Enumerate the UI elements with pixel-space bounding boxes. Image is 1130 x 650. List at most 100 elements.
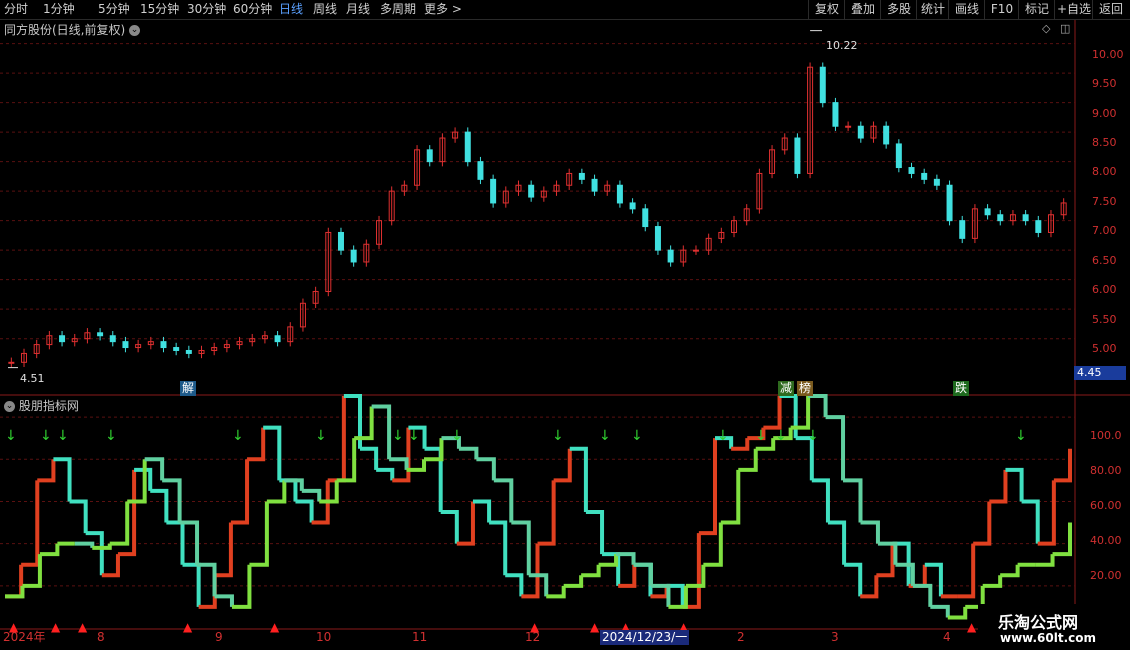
- tab-60min[interactable]: 60分钟: [233, 1, 272, 18]
- indicator-line: [685, 564, 706, 588]
- candle-body: [578, 172, 585, 180]
- candle-body: [490, 178, 497, 204]
- candle-body: [84, 332, 91, 340]
- indicator-line: [668, 585, 688, 609]
- indicator-line: [197, 562, 217, 597]
- indicator-line: [150, 488, 169, 523]
- chevron-down-icon[interactable]: ⌄: [4, 401, 15, 412]
- f10-button[interactable]: F10: [984, 0, 1019, 19]
- restore-rights-button[interactable]: 复权: [808, 0, 845, 19]
- date-label: 2024年: [3, 630, 46, 644]
- indicator-line: [354, 406, 374, 441]
- indicator-tick: 80.00: [1090, 464, 1122, 477]
- tab-30min[interactable]: 30分钟: [187, 1, 226, 18]
- candle-body: [540, 190, 547, 198]
- date-label: 3: [831, 630, 839, 644]
- indicator-line: [843, 478, 863, 523]
- event-marker[interactable]: 跌: [953, 381, 970, 396]
- candle-body: [680, 249, 687, 263]
- tab-weekly[interactable]: 周线: [313, 1, 337, 18]
- draw-line-button[interactable]: 画线: [948, 0, 985, 19]
- candle-body: [654, 226, 661, 251]
- indicator-line: [1035, 554, 1055, 567]
- candle-body: [109, 335, 116, 343]
- indicator-line: [790, 396, 811, 430]
- indicator-line: [263, 425, 282, 481]
- tab-5min[interactable]: 5分钟: [98, 1, 130, 18]
- candle-body: [781, 137, 788, 151]
- indicator-line: [489, 520, 508, 576]
- indicator-line: [424, 438, 444, 462]
- stock-title: 同方股份(日线,前复权) ⌄: [4, 21, 141, 38]
- indicator-line: [336, 438, 357, 483]
- indicator-line: [101, 554, 120, 578]
- high-price-label: 10.22: [826, 39, 858, 52]
- candle-body: [807, 66, 814, 174]
- tab-monthly[interactable]: 月线: [346, 1, 370, 18]
- tab-1min[interactable]: 1分钟: [43, 1, 75, 18]
- candle-body: [312, 290, 319, 304]
- candle-body: [1060, 202, 1067, 216]
- indicator-line: [763, 396, 782, 430]
- candle-body: [908, 167, 915, 174]
- date-label: 11: [412, 630, 428, 644]
- indicator-line: [895, 562, 915, 586]
- chart-canvas[interactable]: ↓ ↓ ↓ ↓ ↓ ↓ ↓ ↓ ↓ ↓ ↓ ↓ ↓ ↓ ↓ ↓ ↓▲ ▲ ▲ ▲ ▲ ▲ ▲ ▲ ▲ ▲: [0, 0, 1130, 650]
- tab-more[interactable]: 更多 >: [424, 1, 462, 18]
- candle-body: [743, 208, 750, 222]
- price-tick: 8.00: [1092, 165, 1117, 178]
- indicator-line: [179, 520, 200, 565]
- back-button[interactable]: 返回: [1092, 0, 1129, 19]
- statistics-button[interactable]: 统计: [916, 0, 949, 19]
- indicator-line: [166, 520, 185, 565]
- candle-body: [33, 344, 40, 354]
- window-toggle-icon[interactable]: ◫: [1060, 22, 1070, 35]
- diamond-icon[interactable]: ◇: [1042, 22, 1050, 35]
- candle-body: [959, 220, 966, 239]
- candle-body: [502, 190, 509, 204]
- indicator-line: [720, 469, 741, 525]
- indicator-line: [441, 436, 461, 449]
- candle-body: [1035, 220, 1042, 233]
- indicator-line: [773, 427, 793, 441]
- mark-button[interactable]: 标记: [1018, 0, 1055, 19]
- sell-arrow-icon: ↓: [392, 428, 404, 444]
- indicator-line: [5, 585, 25, 599]
- candle-body: [274, 335, 281, 343]
- indicator-line: [521, 543, 540, 599]
- chevron-down-icon[interactable]: ⌄: [129, 25, 141, 36]
- crosshair-date: 2024/12/23/一: [600, 630, 690, 645]
- candle-body: [198, 349, 205, 354]
- sell-arrow-icon: ↓: [105, 428, 117, 444]
- overlay-button[interactable]: 叠加: [844, 0, 881, 19]
- event-marker[interactable]: 解: [180, 381, 197, 396]
- candle-body: [97, 332, 104, 337]
- indicator-line: [249, 501, 269, 567]
- indicator-line: [682, 533, 701, 609]
- candle-body: [173, 347, 180, 351]
- add-favorite-button[interactable]: +自选: [1054, 0, 1093, 19]
- candle-body: [591, 178, 598, 192]
- indicator-line: [392, 427, 411, 483]
- indicator-line: [198, 575, 217, 609]
- tab-fenshi[interactable]: 分时: [4, 1, 28, 18]
- tab-multi-period[interactable]: 多周期: [380, 1, 416, 18]
- candle-body: [477, 161, 484, 180]
- indicator-line: [389, 457, 409, 470]
- indicator-line: [602, 552, 621, 586]
- tab-daily[interactable]: 日线: [279, 1, 303, 18]
- candle-body: [21, 352, 28, 363]
- indicator-line: [892, 541, 911, 586]
- candle-body: [946, 184, 953, 222]
- event-marker[interactable]: 榜: [797, 381, 814, 396]
- indicator-line: [877, 541, 898, 565]
- tab-15min[interactable]: 15分钟: [140, 1, 179, 18]
- date-label: 9: [215, 630, 223, 644]
- indicator-line: [408, 425, 427, 449]
- indicator-line: [440, 510, 459, 544]
- multi-stock-button[interactable]: 多股: [880, 0, 917, 19]
- indicator-line: [109, 501, 130, 546]
- candle-body: [997, 214, 1004, 222]
- candle-body: [287, 326, 294, 343]
- event-marker[interactable]: 减: [778, 381, 795, 396]
